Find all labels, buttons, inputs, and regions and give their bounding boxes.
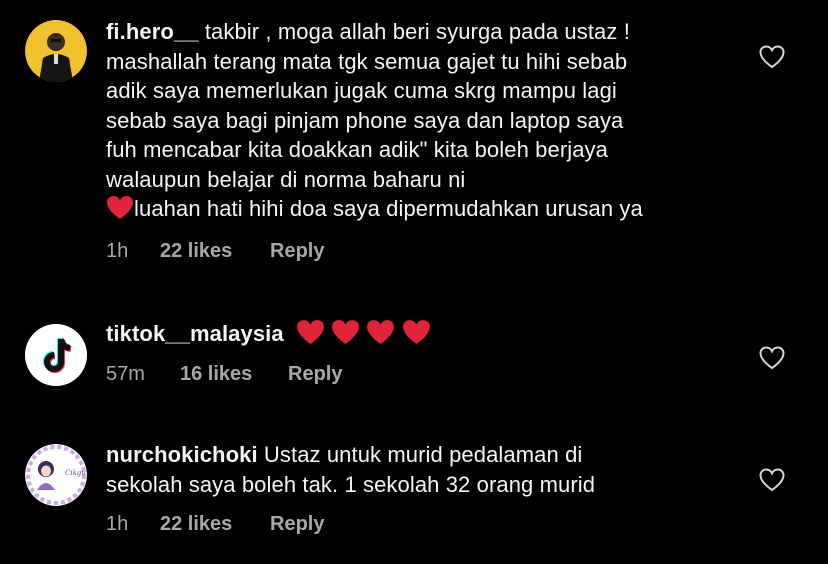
comment-meta: 1h 22 likes Reply [106,240,324,263]
red-heart-emoji-icon [367,320,395,344]
comment-username[interactable]: tiktok__malaysia [106,321,284,346]
likes-count[interactable]: 22 likes [160,513,270,536]
comment-text-line: adik saya memerlukan jugak cuma skrg mam… [106,78,617,103]
avatar[interactable]: Cikgu Nita [25,444,87,506]
comment-body: fi.hero__ takbir , moga allah beri syurg… [106,17,746,224]
reply-button[interactable]: Reply [270,513,324,536]
red-heart-emoji-icon [402,320,430,344]
red-heart-emoji-icon [296,320,324,344]
comment-text: luahan hati hihi doa saya dipermudahkan … [134,196,643,221]
avatar[interactable] [25,324,87,386]
comment-body: nurchokichoki Ustaz untuk murid pedalama… [106,440,746,499]
comment-time: 57m [106,363,145,385]
comment-text: takbir , moga allah beri syurga pada ust… [204,19,630,44]
comment-time: 1h [106,513,129,535]
comment-username[interactable]: fi.hero__ [106,19,199,44]
avatar-label-top: Cikgu Nita [65,469,87,477]
comment-username[interactable]: nurchokichoki [106,442,258,467]
heart-outline-icon [759,45,785,69]
reply-button[interactable]: Reply [288,363,342,386]
comment-text-line: mashallah terang mata tgk semua gajet tu… [106,48,628,74]
comment-first-line: fi.hero__ takbir , moga allah beri syurg… [106,17,746,47]
comment-first-line: tiktok__malaysia [106,319,746,349]
like-button[interactable] [759,45,785,69]
like-button[interactable] [759,346,785,370]
comment-time: 1h [106,240,129,262]
comment-last-line: luahan hati hihi doa saya dipermudahkan … [106,194,746,224]
comment-text-line: sekolah saya boleh tak. 1 sekolah 32 ora… [106,471,596,497]
heart-outline-icon [759,468,785,492]
comment-first-line: nurchokichoki Ustaz untuk murid pedalama… [106,440,746,470]
avatar[interactable] [25,20,87,82]
comment-meta: 57m 16 likes Reply [106,363,342,386]
comment-body: tiktok__malaysia [106,319,746,349]
heart-outline-icon [759,346,785,370]
likes-count[interactable]: 16 likes [180,363,288,386]
like-button[interactable] [759,468,785,492]
comment-text-line: fuh mencabar kita doakkan adik" kita bol… [106,137,608,162]
red-heart-emoji-icon [107,196,133,219]
red-heart-emoji-row [296,320,431,346]
comment-meta: 1h 22 likes Reply [106,513,324,536]
comment-text-line: walaupun belajar di norma baharu ni [106,166,466,192]
reply-button[interactable]: Reply [270,240,324,263]
comment-text: Ustaz untuk murid pedalaman di [263,442,583,467]
comment-text-line: sebab saya bagi pinjam phone saya dan la… [106,107,624,133]
likes-count[interactable]: 22 likes [160,240,270,263]
red-heart-emoji-icon [332,320,360,344]
